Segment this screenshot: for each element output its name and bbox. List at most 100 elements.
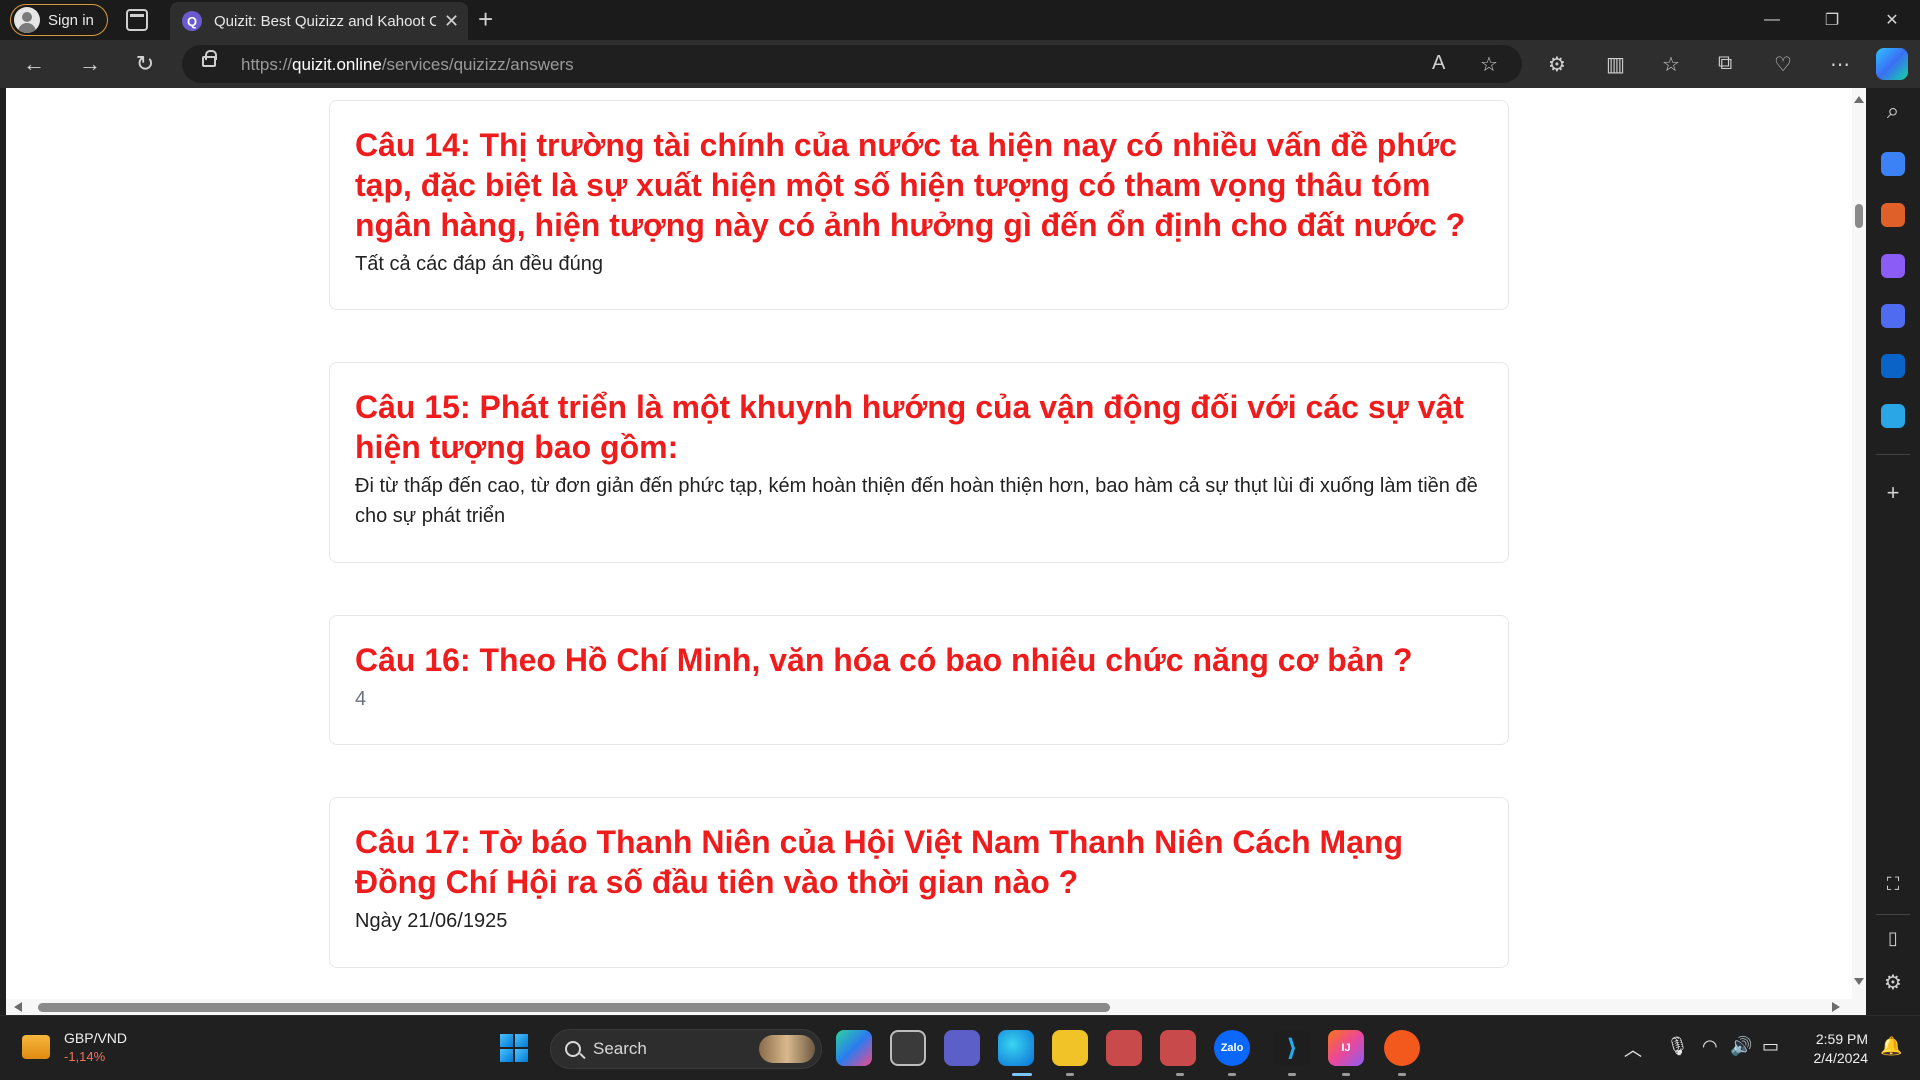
widget-title: GBP/VND — [64, 1030, 128, 1046]
browser-title-bar: Sign in Q Quizit: Best Quizizz and Kahoo… — [0, 0, 1920, 40]
back-icon[interactable]: ← — [18, 48, 50, 80]
favorites-icon[interactable]: ☆ — [1662, 52, 1680, 77]
hide-sidebar-icon[interactable]: ▯ — [1866, 928, 1920, 949]
sidebar-search-icon[interactable]: ⌕ — [1866, 98, 1920, 124]
wifi-icon[interactable]: ◠ — [1702, 1036, 1718, 1057]
question-answer: Đi từ thấp đến cao, từ đơn giản đến phức… — [355, 475, 1478, 527]
running-app-indicator — [1066, 1073, 1074, 1076]
taskbar-search-label: Search — [593, 1039, 647, 1058]
sidebar-settings-icon[interactable]: ⚙ — [1866, 970, 1920, 995]
sidebar-divider — [1876, 914, 1910, 915]
copilot-preview-taskbar-icon[interactable] — [836, 1030, 872, 1066]
battery-icon[interactable]: ▭ — [1762, 1036, 1779, 1057]
windows-taskbar: GBP/VND -1,14% Search Zalo ⟩ IJ ︿ 🎙 ◠ 🔊 … — [0, 1015, 1920, 1080]
app-icon[interactable] — [1160, 1030, 1196, 1066]
add-sidebar-app-icon[interactable]: + — [1866, 480, 1920, 506]
scroll-left-icon[interactable] — [14, 1002, 22, 1012]
microsoft-365-icon[interactable] — [1881, 304, 1905, 328]
tab-quizit[interactable]: Q Quizit: Best Quizizz and Kahoot C ✕ — [170, 2, 468, 40]
lock-icon — [202, 50, 217, 67]
question-answer: Tất cả các đáp án đều đúng — [355, 253, 603, 275]
taskbar-search[interactable]: Search — [550, 1029, 822, 1069]
browser-toolbar: ← → ↻ https://quizit.online/services/qui… — [0, 40, 1920, 88]
widget-value: -1,14% — [64, 1049, 106, 1064]
collections-icon[interactable]: ⧉ — [1718, 52, 1732, 75]
vscode-icon[interactable]: ⟩ — [1274, 1030, 1310, 1066]
volume-icon[interactable]: 🔊 — [1730, 1036, 1752, 1057]
edge-taskbar-icon[interactable] — [998, 1030, 1034, 1066]
active-app-indicator — [1012, 1073, 1032, 1076]
new-tab-icon[interactable]: + — [478, 4, 493, 35]
horizontal-scroll-thumb[interactable] — [38, 1003, 1110, 1012]
question-answer: 4 — [355, 688, 367, 710]
restore-icon[interactable]: ❐ — [1804, 0, 1860, 40]
edge-sidebar: ⌕ + ⛶ ▯ ⚙ — [1866, 88, 1920, 1015]
outlook-icon[interactable] — [1881, 354, 1905, 378]
browser-essentials-icon[interactable]: ♡ — [1774, 52, 1792, 77]
running-app-indicator — [1342, 1073, 1350, 1076]
scroll-down-icon[interactable] — [1854, 978, 1864, 985]
question-title: Câu 16: Theo Hồ Chí Minh, văn hóa có bao… — [355, 642, 1413, 678]
quizit-favicon-icon: Q — [182, 11, 202, 31]
copilot-icon[interactable] — [1876, 48, 1908, 80]
show-hidden-icons-icon[interactable]: ︿ — [1624, 1036, 1642, 1062]
postman-icon[interactable] — [1384, 1030, 1420, 1066]
running-app-indicator — [1176, 1073, 1184, 1076]
clock-time: 2:59 PM — [1815, 1031, 1868, 1047]
favorite-star-icon[interactable]: ☆ — [1480, 52, 1498, 77]
scroll-up-icon[interactable] — [1854, 96, 1864, 103]
minimize-icon[interactable]: — — [1744, 0, 1800, 40]
address-bar[interactable]: https://quizit.online/services/quizizz/a… — [182, 45, 1522, 83]
app-icon[interactable] — [1106, 1030, 1142, 1066]
question-answer: Ngày 21/06/1925 — [355, 910, 508, 932]
tab-actions-icon[interactable] — [126, 9, 148, 31]
screenshot-icon[interactable]: ⛶ — [1866, 874, 1920, 895]
intellij-icon[interactable]: IJ — [1328, 1030, 1364, 1066]
profile-avatar-icon — [14, 7, 40, 33]
drop-icon[interactable] — [1881, 404, 1905, 428]
sign-in-button[interactable]: Sign in — [10, 4, 108, 36]
url-text: https://quizit.online/services/quizizz/a… — [241, 55, 574, 74]
question-title: Câu 15: Phát triển là một khuynh hướng c… — [355, 389, 1464, 465]
question-card-15: Câu 15: Phát triển là một khuynh hướng c… — [329, 362, 1509, 563]
task-view-icon[interactable] — [890, 1030, 926, 1066]
tab-title: Quizit: Best Quizizz and Kahoot C — [214, 12, 436, 30]
sign-in-label: Sign in — [48, 11, 94, 29]
notification-bell-icon[interactable]: 🔔 — [1880, 1036, 1902, 1057]
search-highlight-image — [759, 1035, 815, 1063]
split-screen-icon[interactable]: ▥ — [1606, 52, 1625, 77]
vertical-scroll-thumb[interactable] — [1855, 204, 1863, 228]
vertical-scrollbar[interactable] — [1852, 88, 1866, 1015]
zalo-icon[interactable]: Zalo — [1214, 1030, 1250, 1066]
teams-chat-icon[interactable] — [944, 1030, 980, 1066]
games-icon[interactable] — [1881, 254, 1905, 278]
forward-icon[interactable]: → — [74, 48, 106, 80]
running-app-indicator — [1228, 1073, 1236, 1076]
windows-start-icon[interactable] — [500, 1034, 528, 1062]
refresh-icon[interactable]: ↻ — [129, 48, 161, 80]
close-tab-icon[interactable]: ✕ — [444, 11, 459, 32]
question-card-14: Câu 14: Thị trường tài chính của nước ta… — [329, 100, 1509, 310]
file-explorer-icon[interactable] — [1052, 1030, 1088, 1066]
running-app-indicator — [1398, 1073, 1406, 1076]
extensions-icon[interactable]: ⚙ — [1548, 52, 1566, 77]
more-menu-icon[interactable]: ⋯ — [1830, 52, 1850, 77]
shopping-tag-icon[interactable] — [1881, 152, 1905, 176]
tools-icon[interactable] — [1881, 203, 1905, 227]
question-card-16: Câu 16: Theo Hồ Chí Minh, văn hóa có bao… — [329, 615, 1509, 745]
close-window-icon[interactable]: ✕ — [1864, 0, 1920, 40]
clock-date: 2/4/2024 — [1813, 1050, 1869, 1066]
question-title: Câu 14: Thị trường tài chính của nước ta… — [355, 127, 1466, 243]
running-app-indicator — [1288, 1073, 1296, 1076]
page-viewport: Câu 14: Thị trường tài chính của nước ta… — [6, 88, 1866, 1015]
scroll-right-icon[interactable] — [1832, 1002, 1840, 1012]
microphone-icon[interactable]: 🎙 — [1666, 1036, 1689, 1057]
gold-bars-icon — [22, 1035, 50, 1059]
currency-widget[interactable]: GBP/VND -1,14% — [22, 1030, 127, 1064]
question-title: Câu 17: Tờ báo Thanh Niên của Hội Việt N… — [355, 824, 1404, 900]
sidebar-divider — [1876, 454, 1910, 455]
read-aloud-icon[interactable]: A — [1432, 52, 1445, 75]
taskbar-clock[interactable]: 2:59 PM 2/4/2024 — [1802, 1030, 1869, 1068]
horizontal-scrollbar[interactable] — [6, 999, 1852, 1015]
question-card-17: Câu 17: Tờ báo Thanh Niên của Hội Việt N… — [329, 797, 1509, 968]
